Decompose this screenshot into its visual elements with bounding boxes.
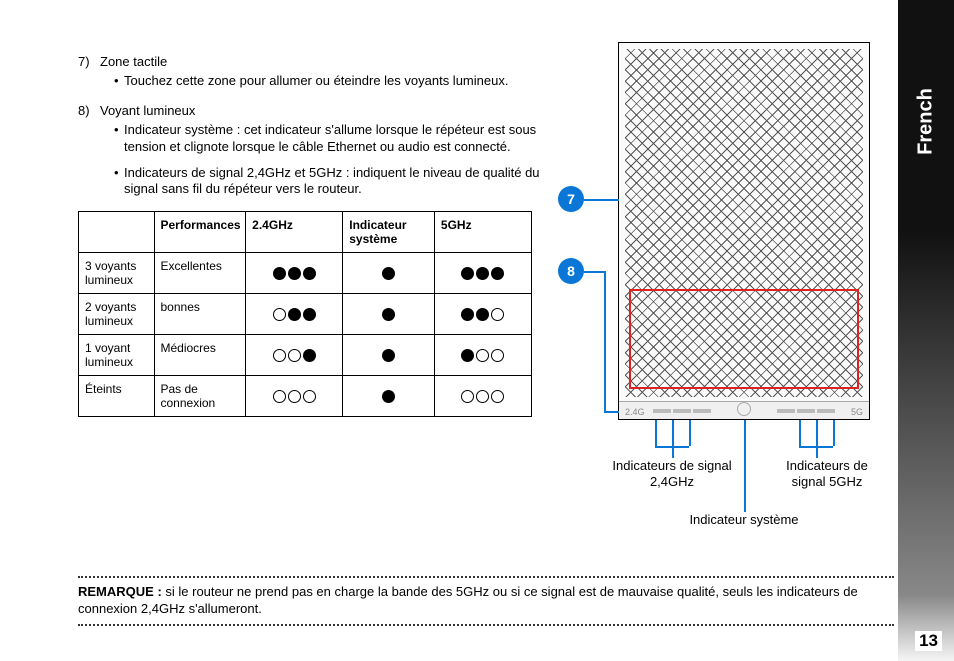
- row-label: 3 voyants lumineux: [79, 253, 155, 294]
- row-perf: bonnes: [154, 294, 246, 335]
- callout-badge-7: 7: [558, 186, 584, 212]
- text-content: 7) Zone tactile Touchez cette zone pour …: [78, 54, 548, 417]
- note-block: REMARQUE : si le routeur ne prend pas en…: [78, 570, 894, 632]
- item-number: 7): [78, 54, 100, 69]
- item-bullet: Touchez cette zone pour allumer ou étein…: [114, 73, 548, 89]
- table-header-5ghz: 5GHz: [434, 212, 531, 253]
- language-side-tab: French: [898, 0, 954, 661]
- leader-line: [799, 420, 801, 446]
- table-row: Éteints Pas de connexion: [79, 376, 532, 417]
- table-header-system: Indicateur système: [343, 212, 435, 253]
- note-label: REMARQUE :: [78, 584, 162, 599]
- item-number: 8): [78, 103, 100, 118]
- table-row: 1 voyant lumineux Médiocres: [79, 335, 532, 376]
- row-label: 1 voyant lumineux: [79, 335, 155, 376]
- leader-line: [689, 420, 691, 446]
- table-header-24ghz: 2.4GHz: [246, 212, 343, 253]
- language-label: French: [915, 88, 938, 155]
- leader-line: [744, 420, 746, 512]
- label-signal-5: Indicateurs de signal 5GHz: [772, 458, 882, 489]
- note-text: REMARQUE : si le routeur ne prend pas en…: [78, 584, 894, 618]
- table-header-empty: [79, 212, 155, 253]
- item-bullet: Indicateur système : cet indicateur s'al…: [114, 122, 548, 155]
- table-row: 2 voyants lumineux bonnes: [79, 294, 532, 335]
- led-performance-table: Performances 2.4GHz Indicateur système 5…: [78, 211, 532, 417]
- leader-line: [816, 446, 818, 458]
- leader-line: [672, 446, 674, 458]
- row-24ghz: [246, 376, 343, 417]
- row-perf: Excellentes: [154, 253, 246, 294]
- row-perf: Pas de connexion: [154, 376, 246, 417]
- dotted-rule: [78, 576, 894, 578]
- row-sys: [343, 294, 435, 335]
- leader-line: [672, 420, 674, 446]
- dotted-rule: [78, 624, 894, 626]
- strip-bars-5g: [777, 409, 835, 413]
- strip-label-5g: 5G: [851, 407, 863, 417]
- leader-line: [604, 271, 606, 411]
- row-sys: [343, 253, 435, 294]
- strip-bars-24g: [653, 409, 711, 413]
- leader-line: [833, 420, 835, 446]
- page-number: 13: [915, 631, 942, 651]
- row-sys: [343, 335, 435, 376]
- strip-label-24g: 2.4G: [625, 407, 645, 417]
- note-body: si le routeur ne prend pas en charge la …: [78, 584, 858, 616]
- table-header-perf: Performances: [154, 212, 246, 253]
- row-24ghz: [246, 294, 343, 335]
- row-perf: Médiocres: [154, 335, 246, 376]
- item-8: 8) Voyant lumineux Indicateur système : …: [78, 103, 548, 197]
- label-signal-24: Indicateurs de signal 2,4GHz: [612, 458, 732, 489]
- label-system-indicator: Indicateur système: [674, 512, 814, 528]
- leader-line: [584, 199, 619, 201]
- leader-line: [816, 420, 818, 446]
- row-label: 2 voyants lumineux: [79, 294, 155, 335]
- device-illustration: 2.4G 5G: [618, 42, 870, 420]
- item-title: Voyant lumineux: [100, 103, 548, 118]
- strip-system-icon: [737, 402, 751, 416]
- leader-line: [604, 411, 619, 413]
- leader-line: [655, 420, 657, 446]
- item-7: 7) Zone tactile Touchez cette zone pour …: [78, 54, 548, 89]
- table-row: 3 voyants lumineux Excellentes: [79, 253, 532, 294]
- item-bullet: Indicateurs de signal 2,4GHz et 5GHz : i…: [114, 165, 548, 198]
- row-5ghz: [434, 294, 531, 335]
- row-24ghz: [246, 335, 343, 376]
- callout-badge-8: 8: [558, 258, 584, 284]
- row-5ghz: [434, 335, 531, 376]
- row-sys: [343, 376, 435, 417]
- row-24ghz: [246, 253, 343, 294]
- device-led-strip: 2.4G 5G: [619, 401, 869, 419]
- touch-zone-highlight: [629, 289, 859, 389]
- row-5ghz: [434, 253, 531, 294]
- leader-line: [584, 271, 604, 273]
- row-5ghz: [434, 376, 531, 417]
- item-title: Zone tactile: [100, 54, 548, 69]
- device-body: 2.4G 5G: [618, 42, 870, 420]
- row-label: Éteints: [79, 376, 155, 417]
